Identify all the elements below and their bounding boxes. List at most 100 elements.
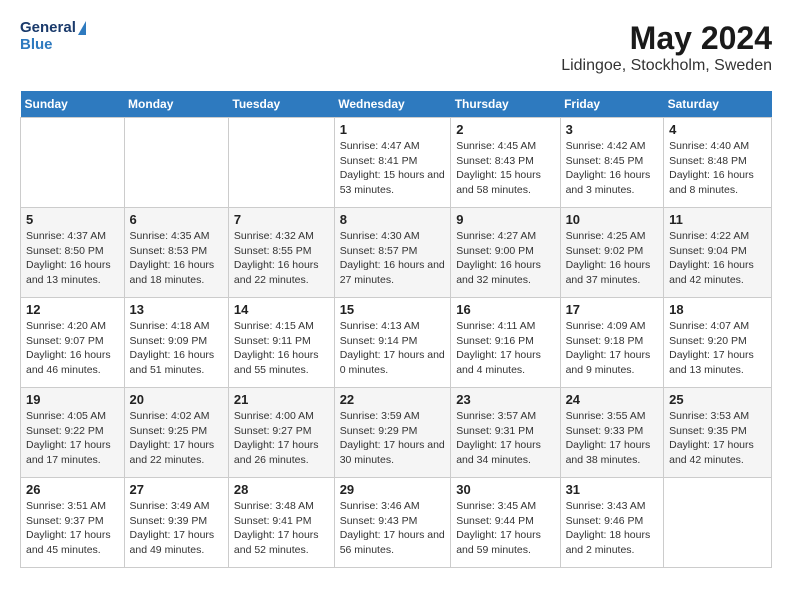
day-number: 13 bbox=[130, 302, 223, 317]
week-row-4: 19Sunrise: 4:05 AM Sunset: 9:22 PM Dayli… bbox=[21, 388, 772, 478]
logo-general-text: General bbox=[20, 20, 76, 37]
day-number: 8 bbox=[340, 212, 446, 227]
weekday-header-monday: Monday bbox=[124, 91, 228, 118]
day-number: 6 bbox=[130, 212, 223, 227]
cell-sun-info: Sunrise: 4:20 AM Sunset: 9:07 PM Dayligh… bbox=[26, 319, 119, 378]
day-number: 31 bbox=[566, 482, 659, 497]
day-number: 18 bbox=[669, 302, 766, 317]
weekday-header-wednesday: Wednesday bbox=[334, 91, 451, 118]
day-number: 26 bbox=[26, 482, 119, 497]
calendar-cell bbox=[124, 118, 228, 208]
day-number: 17 bbox=[566, 302, 659, 317]
weekday-header-friday: Friday bbox=[560, 91, 664, 118]
weekday-header-sunday: Sunday bbox=[21, 91, 125, 118]
cell-sun-info: Sunrise: 4:05 AM Sunset: 9:22 PM Dayligh… bbox=[26, 409, 119, 468]
calendar-cell: 16 Sunrise: 4:11 AM Sunset: 9:16 PM Dayli… bbox=[451, 298, 560, 388]
calendar-cell: 25 Sunrise: 3:53 AM Sunset: 9:35 PM Dayli… bbox=[664, 388, 772, 478]
cell-sun-info: Sunrise: 4:25 AM Sunset: 9:02 PM Dayligh… bbox=[566, 229, 659, 288]
cell-sun-info: Sunrise: 4:11 AM Sunset: 9:16 PM Dayligh… bbox=[456, 319, 554, 378]
calendar-cell: 6 Sunrise: 4:35 AM Sunset: 8:53 PM Daylig… bbox=[124, 208, 228, 298]
header: General Blue May 2024 Lidingoe, Stockhol… bbox=[20, 20, 772, 75]
calendar-title: May 2024 bbox=[561, 20, 772, 57]
calendar-cell: 23Sunrise: 3:57 AM Sunset: 9:31 PM Dayli… bbox=[451, 388, 560, 478]
cell-sun-info: Sunrise: 4:09 AM Sunset: 9:18 PM Dayligh… bbox=[566, 319, 659, 378]
day-number: 24 bbox=[566, 392, 659, 407]
day-number: 14 bbox=[234, 302, 329, 317]
day-number: 7 bbox=[234, 212, 329, 227]
logo-blue-text: Blue bbox=[20, 37, 86, 54]
calendar-cell: 30 Sunrise: 3:45 AM Sunset: 9:44 PM Dayli… bbox=[451, 478, 560, 568]
day-number: 2 bbox=[456, 122, 554, 137]
day-number: 5 bbox=[26, 212, 119, 227]
cell-sun-info: Sunrise: 4:35 AM Sunset: 8:53 PM Dayligh… bbox=[130, 229, 223, 288]
calendar-cell: 1 Sunrise: 4:47 AM Sunset: 8:41 PM Daylig… bbox=[334, 118, 451, 208]
cell-sun-info: Sunrise: 3:45 AM Sunset: 9:44 PM Dayligh… bbox=[456, 499, 554, 558]
cell-sun-info: Sunrise: 3:48 AM Sunset: 9:41 PM Dayligh… bbox=[234, 499, 329, 558]
calendar-cell: 8 Sunrise: 4:30 AM Sunset: 8:57 PM Daylig… bbox=[334, 208, 451, 298]
cell-sun-info: Sunrise: 3:46 AM Sunset: 9:43 PM Dayligh… bbox=[340, 499, 446, 558]
calendar-cell: 2 Sunrise: 4:45 AM Sunset: 8:43 PM Daylig… bbox=[451, 118, 560, 208]
logo-triangle-icon bbox=[78, 21, 86, 35]
cell-sun-info: Sunrise: 3:49 AM Sunset: 9:39 PM Dayligh… bbox=[130, 499, 223, 558]
calendar-cell: 14 Sunrise: 4:15 AM Sunset: 9:11 PM Dayli… bbox=[228, 298, 334, 388]
cell-sun-info: Sunrise: 3:53 AM Sunset: 9:35 PM Dayligh… bbox=[669, 409, 766, 468]
day-number: 11 bbox=[669, 212, 766, 227]
calendar-cell: 18Sunrise: 4:07 AM Sunset: 9:20 PM Dayli… bbox=[664, 298, 772, 388]
day-number: 16 bbox=[456, 302, 554, 317]
cell-sun-info: Sunrise: 3:51 AM Sunset: 9:37 PM Dayligh… bbox=[26, 499, 119, 558]
day-number: 3 bbox=[566, 122, 659, 137]
calendar-cell bbox=[21, 118, 125, 208]
cell-sun-info: Sunrise: 4:30 AM Sunset: 8:57 PM Dayligh… bbox=[340, 229, 446, 288]
cell-sun-info: Sunrise: 4:45 AM Sunset: 8:43 PM Dayligh… bbox=[456, 139, 554, 198]
calendar-cell: 26 Sunrise: 3:51 AM Sunset: 9:37 PM Dayli… bbox=[21, 478, 125, 568]
cell-sun-info: Sunrise: 4:00 AM Sunset: 9:27 PM Dayligh… bbox=[234, 409, 329, 468]
calendar-cell: 12 Sunrise: 4:20 AM Sunset: 9:07 PM Dayli… bbox=[21, 298, 125, 388]
calendar-cell bbox=[664, 478, 772, 568]
day-number: 28 bbox=[234, 482, 329, 497]
week-row-5: 26 Sunrise: 3:51 AM Sunset: 9:37 PM Dayli… bbox=[21, 478, 772, 568]
weekday-header-thursday: Thursday bbox=[451, 91, 560, 118]
cell-sun-info: Sunrise: 3:59 AM Sunset: 9:29 PM Dayligh… bbox=[340, 409, 446, 468]
cell-sun-info: Sunrise: 4:15 AM Sunset: 9:11 PM Dayligh… bbox=[234, 319, 329, 378]
day-number: 1 bbox=[340, 122, 446, 137]
day-number: 21 bbox=[234, 392, 329, 407]
weekday-header-row: SundayMondayTuesdayWednesdayThursdayFrid… bbox=[21, 91, 772, 118]
day-number: 4 bbox=[669, 122, 766, 137]
cell-sun-info: Sunrise: 3:43 AM Sunset: 9:46 PM Dayligh… bbox=[566, 499, 659, 558]
calendar-cell: 5 Sunrise: 4:37 AM Sunset: 8:50 PM Daylig… bbox=[21, 208, 125, 298]
calendar-cell: 4 Sunrise: 4:40 AM Sunset: 8:48 PM Daylig… bbox=[664, 118, 772, 208]
calendar-cell: 13 Sunrise: 4:18 AM Sunset: 9:09 PM Dayli… bbox=[124, 298, 228, 388]
week-row-3: 12 Sunrise: 4:20 AM Sunset: 9:07 PM Dayli… bbox=[21, 298, 772, 388]
weekday-header-tuesday: Tuesday bbox=[228, 91, 334, 118]
cell-sun-info: Sunrise: 4:47 AM Sunset: 8:41 PM Dayligh… bbox=[340, 139, 446, 198]
cell-sun-info: Sunrise: 4:32 AM Sunset: 8:55 PM Dayligh… bbox=[234, 229, 329, 288]
calendar-subtitle: Lidingoe, Stockholm, Sweden bbox=[561, 57, 772, 75]
calendar-cell: 11Sunrise: 4:22 AM Sunset: 9:04 PM Dayli… bbox=[664, 208, 772, 298]
cell-sun-info: Sunrise: 4:13 AM Sunset: 9:14 PM Dayligh… bbox=[340, 319, 446, 378]
calendar-cell: 10 Sunrise: 4:25 AM Sunset: 9:02 PM Dayli… bbox=[560, 208, 664, 298]
weekday-header-saturday: Saturday bbox=[664, 91, 772, 118]
day-number: 30 bbox=[456, 482, 554, 497]
calendar-cell: 9 Sunrise: 4:27 AM Sunset: 9:00 PM Daylig… bbox=[451, 208, 560, 298]
calendar-cell: 28 Sunrise: 3:48 AM Sunset: 9:41 PM Dayli… bbox=[228, 478, 334, 568]
day-number: 12 bbox=[26, 302, 119, 317]
day-number: 25 bbox=[669, 392, 766, 407]
calendar-cell: 29Sunrise: 3:46 AM Sunset: 9:43 PM Dayli… bbox=[334, 478, 451, 568]
day-number: 22 bbox=[340, 392, 446, 407]
cell-sun-info: Sunrise: 4:02 AM Sunset: 9:25 PM Dayligh… bbox=[130, 409, 223, 468]
calendar-table: SundayMondayTuesdayWednesdayThursdayFrid… bbox=[20, 91, 772, 568]
cell-sun-info: Sunrise: 4:18 AM Sunset: 9:09 PM Dayligh… bbox=[130, 319, 223, 378]
week-row-1: 1 Sunrise: 4:47 AM Sunset: 8:41 PM Daylig… bbox=[21, 118, 772, 208]
cell-sun-info: Sunrise: 4:27 AM Sunset: 9:00 PM Dayligh… bbox=[456, 229, 554, 288]
calendar-cell: 7 Sunrise: 4:32 AM Sunset: 8:55 PM Daylig… bbox=[228, 208, 334, 298]
logo: General Blue bbox=[20, 20, 86, 53]
cell-sun-info: Sunrise: 4:37 AM Sunset: 8:50 PM Dayligh… bbox=[26, 229, 119, 288]
day-number: 20 bbox=[130, 392, 223, 407]
calendar-cell: 31 Sunrise: 3:43 AM Sunset: 9:46 PM Dayli… bbox=[560, 478, 664, 568]
cell-sun-info: Sunrise: 4:40 AM Sunset: 8:48 PM Dayligh… bbox=[669, 139, 766, 198]
calendar-cell: 3Sunrise: 4:42 AM Sunset: 8:45 PM Daylig… bbox=[560, 118, 664, 208]
day-number: 10 bbox=[566, 212, 659, 227]
calendar-cell: 19Sunrise: 4:05 AM Sunset: 9:22 PM Dayli… bbox=[21, 388, 125, 478]
day-number: 9 bbox=[456, 212, 554, 227]
calendar-cell: 20 Sunrise: 4:02 AM Sunset: 9:25 PM Dayli… bbox=[124, 388, 228, 478]
